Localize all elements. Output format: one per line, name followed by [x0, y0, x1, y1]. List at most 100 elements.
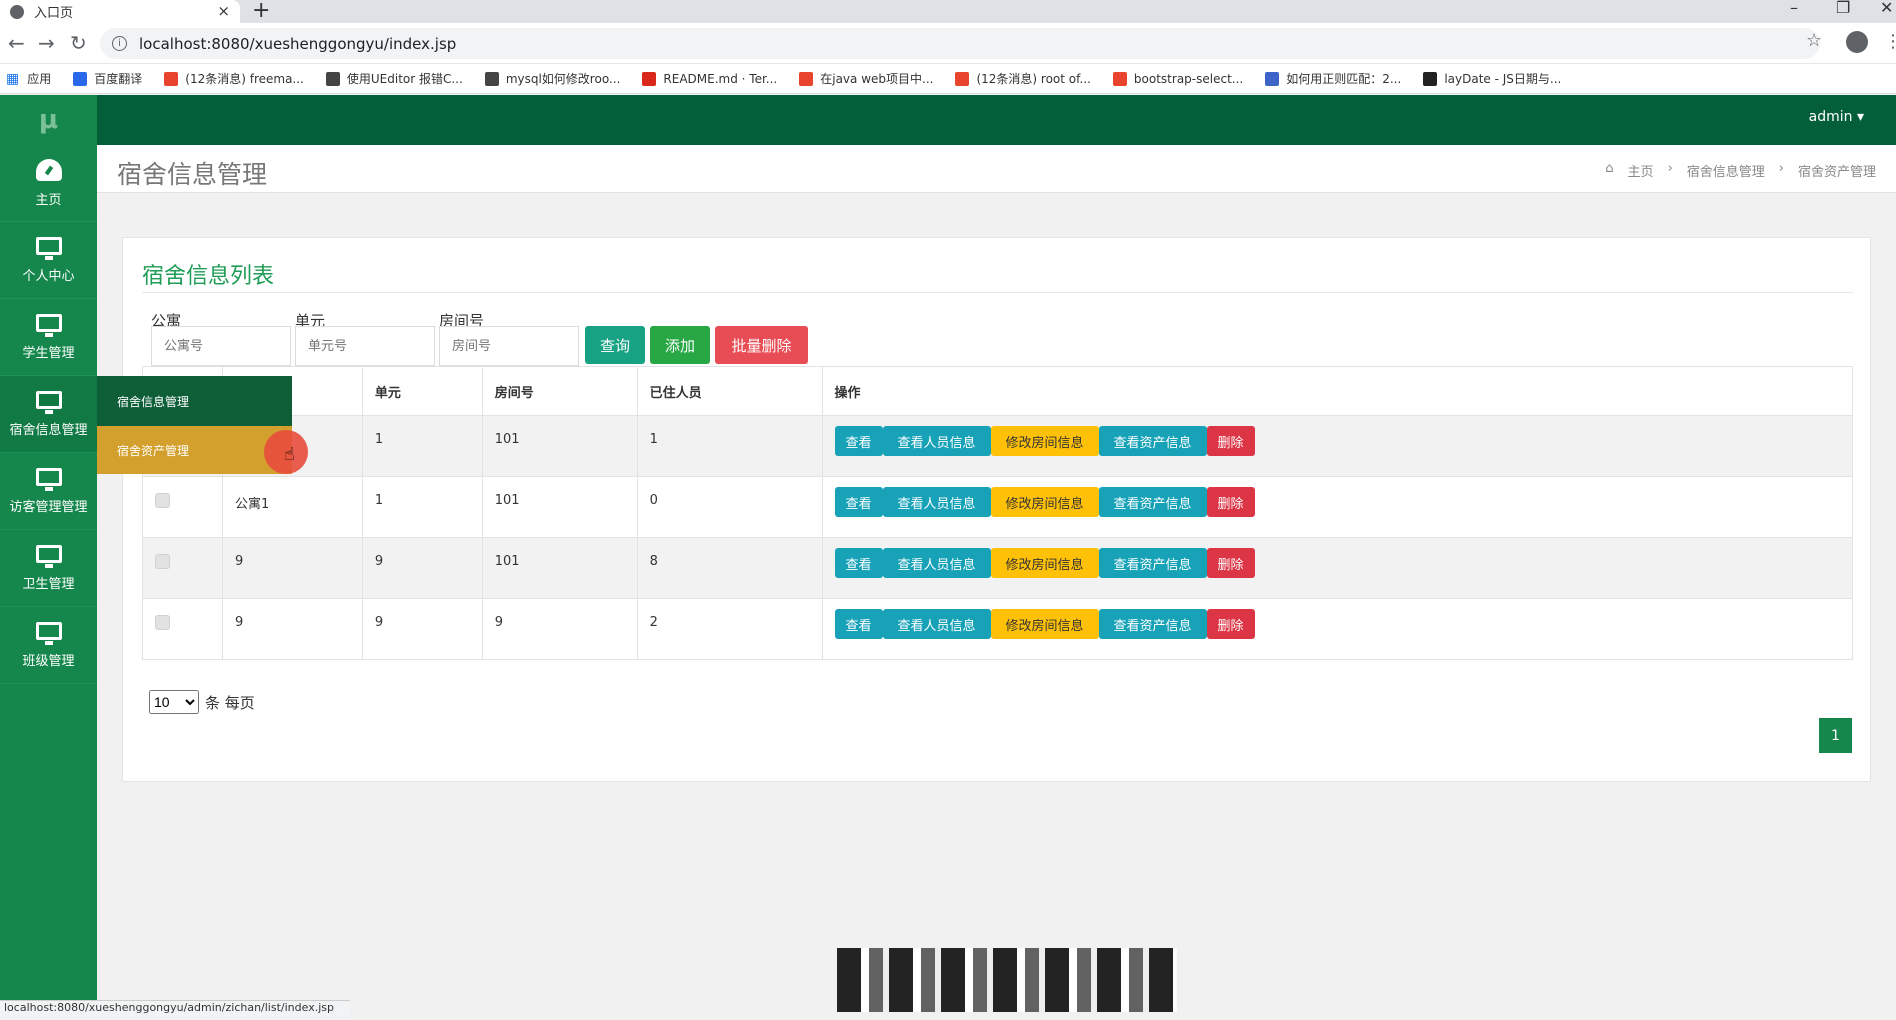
favicon-icon: [642, 71, 657, 86]
bookmark-item[interactable]: README.md · Ter...: [642, 71, 777, 86]
application: μ admin ▾ 主页 个人中心 学生管理 宿舍信息管理 访客管理管理 卫生管理 班级管理…: [0, 95, 1896, 1020]
view-assets-button[interactable]: 查看资产信息: [1098, 426, 1207, 456]
bookmark-item[interactable]: 应用: [27, 70, 51, 87]
bookmark-item[interactable]: 使用UEditor 报错C...: [325, 70, 463, 87]
sidebar-item-label: 个人中心: [22, 268, 75, 284]
unit-input[interactable]: [295, 326, 435, 366]
table-row: 9 9 101 8 查看 查看人员信息 修改房间信息 查看资产信息 删除: [142, 537, 1853, 599]
bookmark-item[interactable]: (12条消息) root of...: [955, 70, 1091, 87]
edit-room-button[interactable]: 修改房间信息: [990, 609, 1099, 639]
room-input[interactable]: [439, 326, 579, 366]
sidebar: 主页个人中心学生管理宿舍信息管理 访客管理管理卫生管理班级管理: [0, 145, 97, 1020]
view-residents-button[interactable]: 查看人员信息: [882, 487, 991, 517]
restore-button[interactable]: ❐: [1836, 0, 1850, 17]
bookmark-item[interactable]: 如何用正则匹配：2...: [1265, 70, 1401, 87]
residents-cell: 2: [636, 598, 823, 660]
view-residents-button[interactable]: 查看人员信息: [882, 426, 991, 456]
apps-grid-icon[interactable]: ▦: [6, 71, 19, 87]
row-checkbox[interactable]: [155, 554, 170, 569]
row-checkbox[interactable]: [155, 493, 170, 508]
apartment-input[interactable]: [151, 326, 291, 366]
view-button[interactable]: 查看: [834, 426, 883, 456]
tab-close-icon[interactable]: ×: [217, 2, 230, 20]
pagination-page-1[interactable]: 1: [1819, 718, 1852, 753]
breadcrumb-separator: ›: [1667, 161, 1673, 176]
add-button[interactable]: 添加: [650, 326, 710, 364]
view-residents-button[interactable]: 查看人员信息: [882, 609, 991, 639]
account-icon[interactable]: [1846, 31, 1868, 53]
browser-tab[interactable]: 入口页 ×: [0, 0, 240, 23]
sidebar-item[interactable]: 班级管理: [0, 607, 97, 684]
delete-button[interactable]: 删除: [1206, 426, 1255, 456]
forward-icon[interactable]: →: [38, 31, 55, 55]
unit-cell: 1: [361, 476, 483, 538]
page-size-select[interactable]: 10: [149, 690, 199, 714]
bookmark-label: 应用: [27, 72, 52, 86]
delete-button[interactable]: 删除: [1206, 548, 1255, 578]
edit-room-button[interactable]: 修改房间信息: [990, 426, 1099, 456]
favicon-icon: [955, 71, 970, 86]
delete-button[interactable]: 删除: [1206, 609, 1255, 639]
url-field[interactable]: i localhost:8080/xueshenggongyu/index.js…: [100, 28, 1820, 59]
page-size-suffix: 条 每页: [205, 693, 255, 712]
sidebar-item-label: 学生管理: [22, 345, 75, 361]
bookmark-item[interactable]: (12条消息) freema...: [164, 70, 304, 87]
breadcrumb-dorm-info[interactable]: 宿舍信息管理: [1687, 161, 1765, 180]
view-button[interactable]: 查看: [834, 548, 883, 578]
new-tab-button[interactable]: +: [252, 0, 270, 23]
submenu-dorm-info[interactable]: 宿舍信息管理: [97, 376, 292, 426]
bookmark-item[interactable]: 百度翻译: [73, 70, 142, 87]
sidebar-item[interactable]: 宿舍信息管理: [0, 376, 97, 453]
sidebar-item[interactable]: 访客管理管理: [0, 453, 97, 530]
hand-cursor-icon: ☝: [284, 444, 295, 465]
actions-cell: 查看 查看人员信息 修改房间信息 查看资产信息 删除: [821, 415, 1853, 477]
bookmark-star-icon[interactable]: ☆: [1806, 30, 1822, 51]
view-assets-button[interactable]: 查看资产信息: [1098, 609, 1207, 639]
breadcrumb-home[interactable]: 主页: [1628, 161, 1654, 180]
delete-button[interactable]: 删除: [1206, 487, 1255, 517]
favicon-icon: [164, 71, 179, 86]
page-header: 宿舍信息管理 ⌂ 主页 › 宿舍信息管理 › 宿舍资产管理: [97, 145, 1896, 193]
browser-menu-icon[interactable]: ⋮: [1884, 31, 1896, 52]
row-actions: 查看 查看人员信息 修改房间信息 查看资产信息 删除: [834, 548, 1853, 578]
edit-room-button[interactable]: 修改房间信息: [990, 548, 1099, 578]
sidebar-item[interactable]: 卫生管理: [0, 530, 97, 607]
view-button[interactable]: 查看: [834, 609, 883, 639]
row-actions: 查看 查看人员信息 修改房间信息 查看资产信息 删除: [834, 426, 1853, 456]
bookmark-item[interactable]: mysql如何修改roo...: [484, 70, 620, 87]
sidebar-item[interactable]: 学生管理: [0, 299, 97, 376]
sidebar-item-label: 卫生管理: [22, 576, 75, 592]
unit-cell: 1: [361, 415, 483, 477]
column-header: 已住人员: [636, 366, 823, 416]
table-row: 1 101 1 查看 查看人员信息 修改房间信息 查看资产信息 删除: [142, 415, 1853, 477]
breadcrumb-separator: ›: [1778, 161, 1784, 176]
view-button[interactable]: 查看: [834, 487, 883, 517]
minimize-button[interactable]: –: [1790, 0, 1798, 17]
reload-icon[interactable]: ↻: [70, 31, 87, 55]
edit-room-button[interactable]: 修改房间信息: [990, 487, 1099, 517]
bookmark-item[interactable]: bootstrap-select...: [1112, 71, 1243, 86]
user-menu[interactable]: admin ▾: [1809, 109, 1864, 125]
close-window-button[interactable]: ✕: [1880, 0, 1893, 17]
favicon-icon: [1265, 71, 1280, 86]
back-icon[interactable]: ←: [8, 31, 25, 55]
info-icon[interactable]: i: [112, 36, 127, 51]
apartment-cell: 9: [221, 598, 363, 660]
query-button[interactable]: 查询: [585, 326, 645, 364]
batch-delete-button[interactable]: 批量删除: [715, 326, 808, 364]
sidebar-item[interactable]: 主页: [0, 145, 97, 222]
view-residents-button[interactable]: 查看人员信息: [882, 548, 991, 578]
submenu-dorm-assets[interactable]: 宿舍资产管理 ☝: [97, 426, 308, 474]
sidebar-item[interactable]: 个人中心: [0, 222, 97, 299]
bookmark-item[interactable]: layDate - JS日期与...: [1423, 70, 1561, 87]
bookmark-item[interactable]: 在java web项目中...: [799, 70, 933, 87]
view-assets-button[interactable]: 查看资产信息: [1098, 548, 1207, 578]
row-checkbox[interactable]: [155, 615, 170, 630]
table-row: 公寓1 1 101 0 查看 查看人员信息 修改房间信息 查看资产信息 删除: [142, 476, 1853, 538]
dorm-table: 公寓单元房间号已住人员操作 11011查看查看人员信息修改房间信息查看资产信息删…: [142, 366, 1853, 660]
room-cell: 101: [481, 537, 638, 599]
view-assets-button[interactable]: 查看资产信息: [1098, 487, 1207, 517]
app-logo[interactable]: μ: [0, 95, 97, 145]
app-topbar: μ admin ▾: [0, 95, 1896, 145]
table-body: 1 101 1 查看 查看人员信息 修改房间信息 查看资产信息 删除 公寓1 1 101 0 查看 查看人…: [142, 415, 1853, 660]
